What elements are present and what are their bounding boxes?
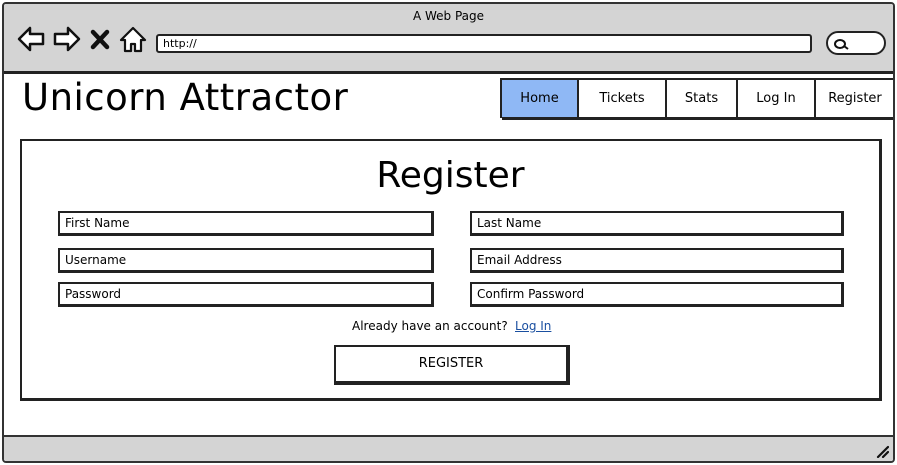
login-link[interactable]: Log In	[515, 319, 551, 333]
nav-item-tickets[interactable]: Tickets	[579, 80, 667, 120]
username-field[interactable]: Username	[58, 248, 434, 273]
register-panel: Register First Name Last Name Username E…	[20, 139, 882, 401]
search-icon	[834, 39, 849, 50]
browser-search-box[interactable]	[826, 31, 886, 55]
nav-item-stats[interactable]: Stats	[667, 80, 738, 120]
forward-icon[interactable]	[52, 24, 82, 54]
first-name-field[interactable]: First Name	[58, 211, 434, 236]
email-field[interactable]: Email Address	[470, 248, 844, 273]
nav-item-register[interactable]: Register	[816, 80, 893, 120]
browser-statusbar	[4, 435, 893, 461]
close-icon[interactable]	[88, 24, 112, 54]
browser-window: A Web Page http:// Unicorn Attractor Hom…	[2, 2, 895, 463]
last-name-field[interactable]: Last Name	[470, 211, 844, 236]
nav-menu: Home Tickets Stats Log In Register	[500, 78, 893, 120]
nav-item-login[interactable]: Log In	[738, 80, 816, 120]
register-button[interactable]: REGISTER	[334, 345, 570, 385]
already-account-text: Already have an account?	[352, 319, 508, 333]
password-field[interactable]: Password	[58, 282, 434, 307]
confirm-password-field[interactable]: Confirm Password	[470, 282, 844, 307]
site-brand[interactable]: Unicorn Attractor	[22, 76, 348, 119]
back-icon[interactable]	[16, 24, 46, 54]
nav-item-home[interactable]: Home	[502, 80, 579, 120]
address-bar[interactable]: http://	[156, 34, 812, 53]
home-icon[interactable]	[118, 24, 148, 54]
form-title: Register	[376, 155, 525, 196]
resize-grip-icon[interactable]	[875, 444, 889, 458]
browser-titlebar: A Web Page http://	[4, 4, 893, 74]
window-title: A Web Page	[412, 9, 485, 23]
